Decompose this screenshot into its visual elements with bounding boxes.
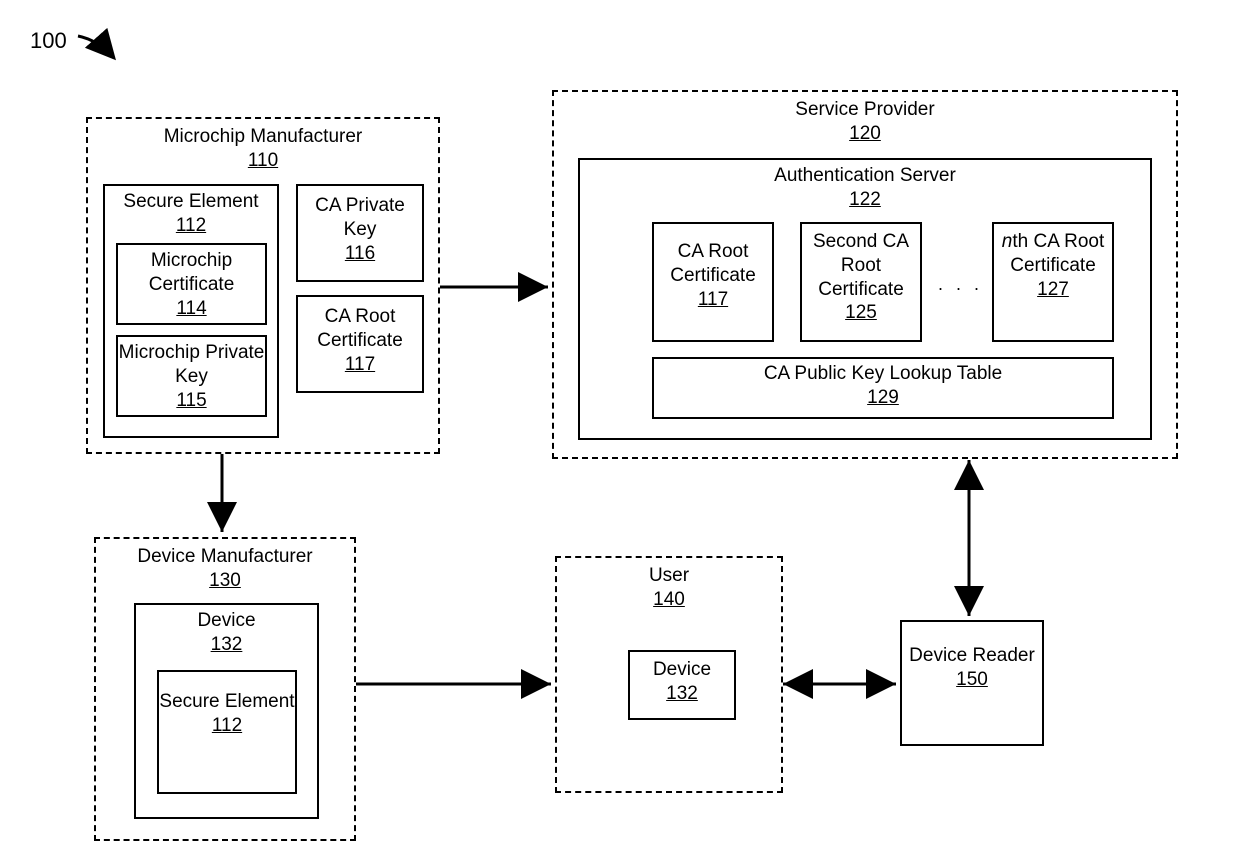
- arrows-layer: [0, 0, 1240, 867]
